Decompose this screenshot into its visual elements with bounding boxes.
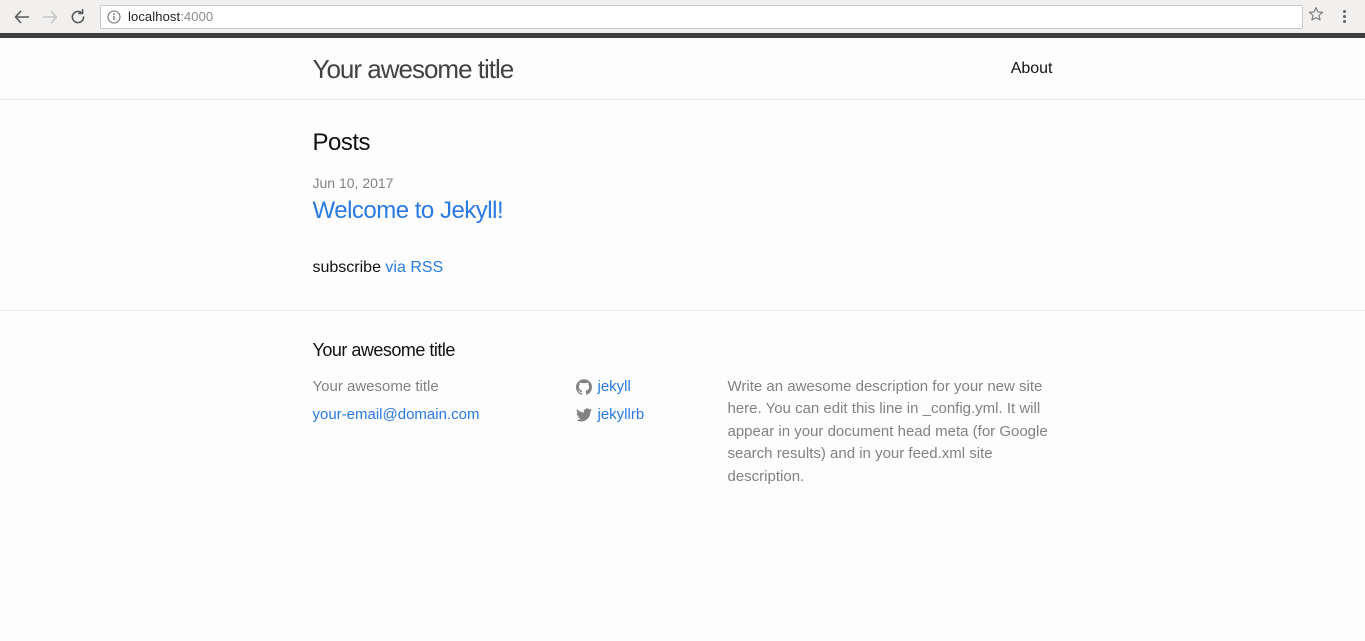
- rss-link[interactable]: via RSS: [385, 259, 443, 276]
- site-title[interactable]: Your awesome title: [313, 41, 515, 97]
- address-bar-text: localhost:4000: [128, 9, 213, 24]
- twitter-icon: [575, 407, 592, 423]
- page-viewport: Your awesome title About Posts Jun 10, 2…: [0, 38, 1365, 641]
- back-arrow-icon: [13, 8, 31, 26]
- contact-name: Your awesome title: [312, 377, 439, 395]
- reload-button[interactable]: [64, 3, 92, 31]
- site-footer: Your awesome title Your awesome title yo…: [0, 309, 1365, 489]
- bookmark-star-icon: [1308, 6, 1324, 27]
- forward-button: [36, 3, 64, 31]
- bookmark-button[interactable]: [1303, 5, 1329, 29]
- rss-subscribe: subscribe via RSS: [313, 256, 1053, 280]
- chrome-menu-button[interactable]: [1331, 3, 1357, 31]
- three-dot-menu-icon: [1342, 10, 1346, 23]
- list-item: Jun 10, 2017 Welcome to Jekyll!: [313, 174, 1053, 225]
- url-port: :4000: [180, 9, 214, 24]
- site-description: Write an awesome description for your ne…: [727, 377, 1048, 485]
- footer-description-column: Write an awesome description for your ne…: [728, 376, 1053, 489]
- twitter-link[interactable]: jekyllrb: [575, 404, 645, 427]
- footer-contact-column: Your awesome title your-email@domain.com: [313, 376, 576, 489]
- list-item: your-email@domain.com: [313, 404, 576, 427]
- url-host: localhost: [128, 9, 181, 24]
- github-icon: [575, 379, 592, 395]
- posts-heading: Posts: [312, 129, 371, 156]
- site-header: Your awesome title About: [0, 38, 1365, 100]
- info-circle-icon[interactable]: [107, 9, 121, 24]
- forward-arrow-icon: [41, 8, 59, 26]
- post-link[interactable]: Welcome to Jekyll!: [313, 197, 1053, 226]
- footer-heading: Your awesome title: [312, 339, 456, 360]
- page-content: Posts Jun 10, 2017 Welcome to Jekyll! su…: [0, 100, 1365, 310]
- social-media-list: jekyll jekyllrb: [575, 376, 728, 427]
- post-list: Jun 10, 2017 Welcome to Jekyll!: [313, 174, 1053, 225]
- footer-columns: Your awesome title your-email@domain.com: [313, 376, 1053, 489]
- address-bar[interactable]: localhost:4000: [100, 4, 1303, 29]
- list-item: jekyllrb: [575, 404, 728, 427]
- github-link[interactable]: jekyll: [575, 376, 631, 399]
- site-nav: About: [1011, 57, 1053, 81]
- subscribe-label: subscribe: [312, 258, 386, 276]
- nav-link-about[interactable]: About: [1011, 57, 1053, 81]
- contact-list: Your awesome title your-email@domain.com: [313, 376, 576, 427]
- list-item: jekyll: [575, 376, 728, 399]
- twitter-username: jekyllrb: [597, 406, 645, 424]
- github-username: jekyll: [597, 377, 631, 395]
- reload-icon: [69, 8, 87, 26]
- post-date: Jun 10, 2017: [312, 175, 394, 192]
- contact-email-link[interactable]: your-email@domain.com: [313, 406, 480, 423]
- footer-social-column: jekyll jekyllrb: [575, 376, 728, 489]
- browser-toolbar: localhost:4000: [0, 0, 1365, 33]
- back-button[interactable]: [8, 3, 36, 31]
